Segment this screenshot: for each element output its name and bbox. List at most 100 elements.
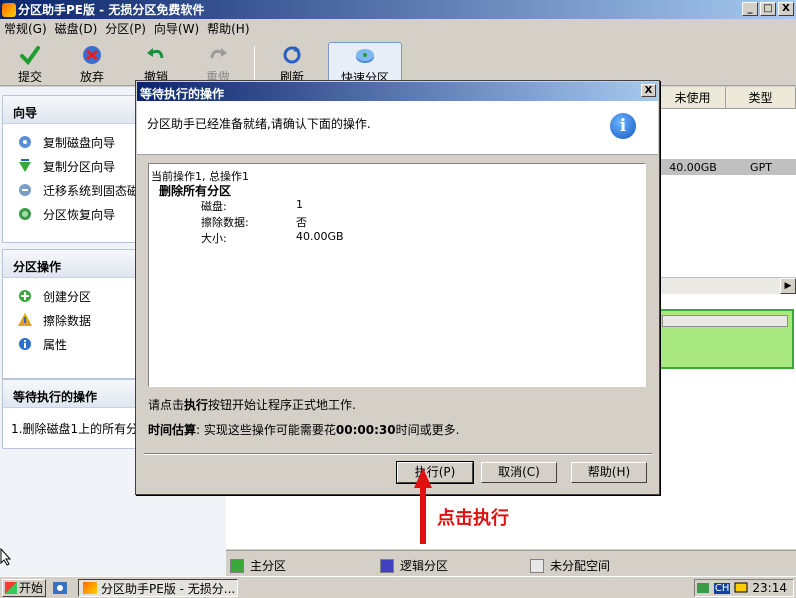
operation-summary: 当前操作1, 总操作1 bbox=[151, 170, 249, 183]
recovery-icon bbox=[19, 208, 31, 220]
taskbar-app-item[interactable]: 分区助手PE版 - 无损分... bbox=[78, 579, 238, 597]
window-title: 分区助手PE版 - 无损分区免费软件 bbox=[18, 3, 205, 17]
start-label: 开始 bbox=[19, 581, 44, 595]
detail-value: 40.00GB bbox=[296, 230, 344, 243]
partition-block[interactable] bbox=[656, 309, 794, 369]
cell-type[interactable]: GPT bbox=[726, 159, 796, 175]
copy-disk-label: 复制磁盘向导 bbox=[43, 135, 116, 150]
detail-key: 大小: bbox=[201, 232, 227, 245]
undo-button[interactable]: 撤销 bbox=[130, 42, 182, 84]
submit-label: 提交 bbox=[17, 70, 42, 84]
detail-row: 磁盘: 1 bbox=[151, 198, 643, 214]
quick-launch-icon[interactable] bbox=[52, 580, 68, 596]
create-partition-label: 创建分区 bbox=[43, 289, 92, 304]
detail-row: 大小: 40.00GB bbox=[151, 230, 643, 246]
menu-general[interactable]: 常规(G) bbox=[0, 20, 51, 37]
primary-swatch bbox=[230, 558, 244, 573]
wipe-data-icon bbox=[18, 313, 32, 326]
clock: 23:14 bbox=[752, 581, 787, 595]
operation-list[interactable]: 当前操作1, 总操作1 删除所有分区 磁盘: 1 擦除数据: 否 大小: 40.… bbox=[148, 163, 646, 387]
legend-unallocated: 未分配空间 bbox=[530, 557, 610, 574]
taskbar: 开始 分区助手PE版 - 无损分... CH 23:14 bbox=[0, 576, 796, 598]
toolbar: 提交 放弃 撤销 重做 刷新 快速分区 bbox=[0, 38, 796, 86]
maximize-button[interactable]: □ bbox=[760, 2, 776, 16]
pending-operations-dialog: 等待执行的操作 X 分区助手已经准备就绪,请确认下面的操作. i 当前操作1, … bbox=[135, 80, 660, 495]
undo-icon bbox=[147, 48, 164, 59]
discard-button[interactable]: 放弃 bbox=[66, 42, 118, 84]
estimate-pre: : 实现这些操作可能需要花 bbox=[196, 423, 336, 437]
checkmark-icon bbox=[20, 46, 40, 66]
detail-value: 1 bbox=[296, 198, 303, 211]
wipe-data-label: 擦除数据 bbox=[43, 313, 92, 328]
redo-button[interactable]: 重做 bbox=[192, 42, 244, 84]
hint-pre: 请点击 bbox=[148, 398, 185, 412]
legend-logical: 逻辑分区 bbox=[380, 557, 448, 574]
dialog-message: 分区助手已经准备就绪,请确认下面的操作. bbox=[147, 117, 371, 131]
minimize-button[interactable]: _ bbox=[742, 2, 758, 16]
quick-partition-button[interactable]: 快速分区 bbox=[328, 42, 402, 85]
legend-primary: 主分区 bbox=[230, 557, 286, 574]
hint-post: 按钮开始让程序正式地工作. bbox=[208, 398, 356, 412]
disk-icon bbox=[356, 49, 374, 63]
time-estimate: 时间估算: 实现这些操作可能需要花00:00:30时间或更多. bbox=[148, 421, 459, 438]
legend-unallocated-label: 未分配空间 bbox=[550, 559, 611, 573]
window-titlebar: 分区助手PE版 - 无损分区免费软件 _ □ X bbox=[0, 0, 796, 19]
annotation-text: 点击执行 bbox=[437, 508, 509, 529]
refresh-button[interactable]: 刷新 bbox=[266, 42, 318, 84]
windows-logo-icon bbox=[5, 581, 17, 594]
tray-network-icon[interactable] bbox=[696, 581, 710, 595]
refresh-icon bbox=[283, 46, 301, 64]
app-icon bbox=[2, 2, 16, 17]
discard-icon bbox=[83, 46, 101, 64]
copy-partition-label: 复制分区向导 bbox=[43, 159, 116, 174]
menu-bar: 常规(G) 磁盘(D) 分区(P) 向导(W) 帮助(H) bbox=[0, 19, 796, 37]
cancel-button[interactable]: 取消(C) bbox=[481, 462, 557, 483]
migrate-os-label: 迁移系统到固态磁 bbox=[43, 183, 140, 198]
close-button[interactable]: X bbox=[778, 2, 794, 16]
migrate-os-icon bbox=[19, 184, 31, 196]
menu-help[interactable]: 帮助(H) bbox=[203, 20, 253, 37]
unallocated-swatch bbox=[530, 558, 544, 573]
system-tray: CH 23:14 bbox=[694, 579, 794, 597]
detail-key: 磁盘: bbox=[201, 200, 227, 213]
submit-button[interactable]: 提交 bbox=[4, 42, 56, 84]
dialog-title: 等待执行的操作 bbox=[137, 82, 658, 101]
partition-usage-bar bbox=[662, 315, 788, 327]
copy-partition-icon bbox=[19, 159, 31, 172]
taskbar-app-label: 分区助手PE版 - 无损分... bbox=[101, 581, 236, 596]
mouse-cursor-icon bbox=[0, 548, 12, 566]
operation-title: 删除所有分区 bbox=[159, 184, 232, 198]
info-icon: i bbox=[610, 113, 636, 139]
help-button[interactable]: 帮助(H) bbox=[571, 462, 647, 483]
execute-hint: 请点击执行按钮开始让程序正式地工作. bbox=[148, 396, 356, 413]
dialog-header: 分区助手已经准备就绪,请确认下面的操作. i bbox=[137, 101, 658, 155]
annotation-arrow-icon bbox=[414, 468, 432, 544]
copy-disk-icon bbox=[19, 136, 31, 148]
lang-indicator[interactable]: CH bbox=[713, 582, 731, 594]
col-type[interactable]: 类型 bbox=[726, 87, 796, 109]
create-partition-icon bbox=[19, 290, 31, 302]
logical-swatch bbox=[380, 558, 394, 573]
legend-logical-label: 逻辑分区 bbox=[400, 559, 449, 573]
redo-icon bbox=[210, 48, 227, 59]
horizontal-scrollbar[interactable]: ▶ bbox=[660, 277, 796, 294]
menu-disk[interactable]: 磁盘(D) bbox=[51, 20, 102, 37]
tray-monitor-icon[interactable] bbox=[734, 581, 748, 595]
detail-key: 擦除数据: bbox=[201, 216, 249, 229]
cell-unused[interactable]: 40.00GB bbox=[660, 159, 726, 175]
menu-partition[interactable]: 分区(P) bbox=[101, 20, 150, 37]
taskbar-app-icon bbox=[83, 582, 97, 594]
start-button[interactable]: 开始 bbox=[2, 578, 46, 597]
execute-button[interactable]: 执行(P) bbox=[396, 461, 474, 484]
scroll-right-icon[interactable]: ▶ bbox=[780, 278, 796, 294]
dialog-close-button[interactable]: X bbox=[641, 84, 656, 97]
info-icon bbox=[19, 338, 31, 350]
menu-wizard[interactable]: 向导(W) bbox=[150, 20, 203, 37]
legend: 主分区 逻辑分区 未分配空间 bbox=[226, 550, 796, 576]
detail-value: 否 bbox=[296, 216, 307, 229]
col-unused[interactable]: 未使用 bbox=[660, 87, 726, 109]
legend-primary-label: 主分区 bbox=[250, 559, 287, 573]
hint-bold: 执行 bbox=[184, 398, 209, 412]
estimate-time: 00:00:30 bbox=[335, 423, 396, 437]
partition-recovery-label: 分区恢复向导 bbox=[43, 207, 116, 222]
